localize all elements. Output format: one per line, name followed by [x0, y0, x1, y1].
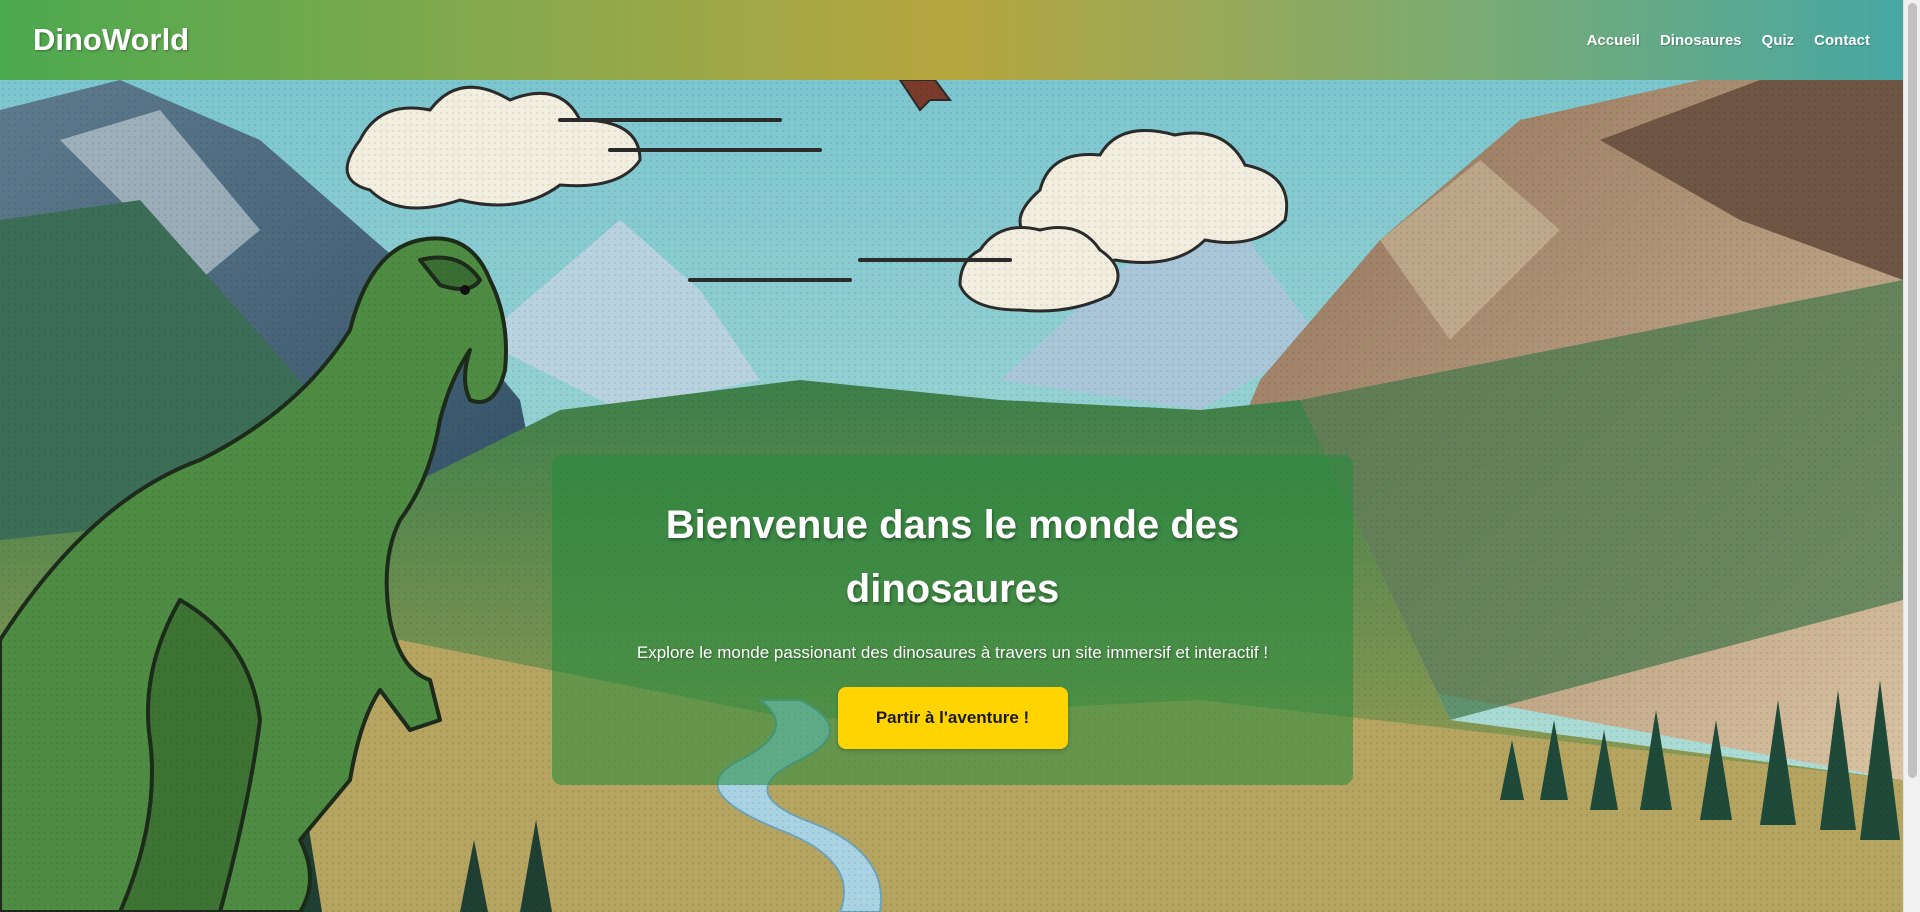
- main-nav: Accueil Dinosaures Quiz Contact: [1587, 32, 1870, 49]
- site-logo[interactable]: DinoWorld: [33, 22, 189, 58]
- page: DinoWorld Accueil Dinosaures Quiz Contac…: [0, 0, 1903, 912]
- nav-link-quiz[interactable]: Quiz: [1762, 32, 1795, 49]
- nav-link-contact[interactable]: Contact: [1814, 32, 1870, 49]
- nav-link-accueil[interactable]: Accueil: [1587, 32, 1640, 49]
- hero-section: Bienvenue dans le monde des dinosaures E…: [0, 80, 1903, 912]
- page-scrollbar[interactable]: [1903, 0, 1920, 912]
- hero-title: Bienvenue dans le monde des dinosaures: [665, 503, 1240, 611]
- welcome-card: Bienvenue dans le monde des dinosaures E…: [552, 455, 1353, 785]
- hero-subtitle: Explore le monde passionant des dinosaur…: [636, 643, 1269, 662]
- scrollbar-thumb[interactable]: [1908, 3, 1917, 778]
- site-header: DinoWorld Accueil Dinosaures Quiz Contac…: [0, 0, 1903, 80]
- start-adventure-button[interactable]: Partir à l'aventure !: [837, 687, 1068, 749]
- nav-link-dinosaures[interactable]: Dinosaures: [1660, 32, 1742, 49]
